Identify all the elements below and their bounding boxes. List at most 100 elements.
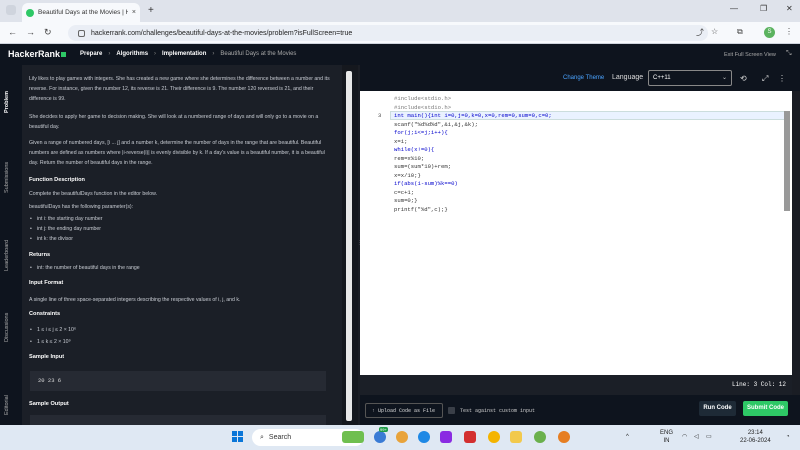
windows-start-icon[interactable] [232, 431, 244, 443]
mcafee-icon[interactable] [464, 431, 476, 443]
editor-scrollbar[interactable] [784, 111, 790, 211]
parameters-list: int i: the starting day number int j: th… [29, 214, 335, 244]
site-info-icon[interactable] [78, 29, 85, 37]
exit-fullscreen-link[interactable]: Exit Full Screen View [724, 52, 776, 58]
sample-input-heading: Sample Input [29, 354, 65, 360]
problem-scrollbar[interactable] [342, 65, 358, 430]
battery-icon[interactable]: ▭ [706, 433, 712, 441]
breadcrumb-implementation[interactable]: Implementation [162, 51, 206, 57]
history-icon[interactable]: ⟲ [740, 74, 747, 83]
app-icon[interactable] [396, 431, 408, 443]
problem-paragraph-1: Lily likes to play games with integers. … [29, 76, 330, 102]
editor-menu-icon[interactable]: ⋮ [778, 74, 786, 83]
clock[interactable]: 23:14 22-06-2024 [740, 429, 771, 445]
code-line: rem=x%10; [394, 154, 425, 162]
problem-paragraph-3: Given a range of numbered days, [i ... j… [29, 140, 325, 166]
hackerrank-logo[interactable]: HackerRank [8, 49, 67, 59]
editor-actions: ↑ Upload Code as File Test against custo… [360, 395, 800, 425]
sidebar-item-leaderboard[interactable]: Leaderboard [4, 240, 10, 271]
code-editor[interactable]: 3 #include<stdio.h> #include<stdio.h> in… [360, 91, 792, 375]
maximize-icon[interactable]: ❐ [760, 4, 767, 13]
line-gutter [360, 91, 390, 375]
share-icon[interactable]: ⤴ [696, 27, 704, 38]
reload-icon[interactable]: ↻ [44, 27, 52, 38]
custom-input-checkbox[interactable] [448, 407, 455, 414]
window-close-icon[interactable]: ✕ [786, 4, 793, 13]
run-code-button[interactable]: Run Code [699, 401, 736, 416]
back-icon[interactable]: ← [8, 27, 17, 37]
breadcrumb-prepare[interactable]: Prepare [80, 51, 102, 57]
sidebar-item-editorial[interactable]: Editorial [4, 395, 10, 415]
language-indicator[interactable]: ENG IN [660, 429, 673, 445]
constraints-list: 1 ≤ i ≤ j ≤ 2 × 10⁶ 1 ≤ k ≤ 2 × 10⁹ [29, 325, 335, 347]
change-theme-link[interactable]: Change Theme [563, 75, 604, 81]
returns-list: int: the number of beautiful days in the… [29, 263, 335, 273]
edge-icon[interactable] [418, 431, 430, 443]
problem-sidebar: Problem Submissions Leaderboard Discussi… [0, 65, 22, 430]
file-explorer-icon[interactable] [510, 431, 522, 443]
notification-bell-icon[interactable]: ◔ [786, 433, 790, 441]
list-item: 1 ≤ k ≤ 2 × 10⁹ [29, 337, 335, 347]
url-text: hackerrank.com/challenges/beautiful-days… [91, 29, 353, 37]
profile-avatar[interactable]: S [764, 27, 775, 38]
wifi-icon[interactable]: ◠ [682, 433, 687, 441]
hackerrank-header: HackerRank Prepare › Algorithms › Implem… [0, 44, 800, 65]
list-item: int i: the starting day number [29, 214, 335, 224]
windows-taskbar: ⌕ Search 99+ ^ ENG IN ◠ ◁ ▭ 23:14 22-06-20… [0, 425, 800, 450]
cursor-position: Line: 3 Col: 12 [731, 381, 786, 388]
custom-input-label: Test against custom input [460, 408, 536, 414]
chevron-up-icon[interactable]: ^ [626, 433, 629, 441]
code-line: x=x/10;} [394, 171, 421, 179]
code-line: x=i; [394, 137, 408, 145]
chat-icon[interactable]: 99+ [374, 427, 388, 443]
extensions-icon[interactable]: ⧉ [737, 27, 743, 37]
submit-code-button[interactable]: Submit Code [743, 401, 788, 416]
code-line: for(j;i<=j;i++){ [394, 129, 448, 136]
forward-icon[interactable]: → [26, 27, 35, 37]
app-icon[interactable] [440, 431, 452, 443]
bookmark-star-icon[interactable]: ☆ [711, 27, 718, 36]
breadcrumb-algorithms[interactable]: Algorithms [116, 51, 148, 57]
language-label: Language [612, 74, 644, 81]
tab-search-icon[interactable] [6, 5, 16, 15]
code-line: while(x!=0){ [394, 146, 435, 153]
returns-heading: Returns [29, 252, 51, 258]
chrome-profile-icon[interactable] [558, 431, 570, 443]
scrollbar-thumb[interactable] [346, 71, 352, 421]
function-description-text: Complete the beautifulDays function in t… [29, 191, 158, 197]
minimize-icon[interactable]: — [730, 4, 738, 13]
breadcrumb-current: Beautiful Days at the Movies [220, 51, 297, 57]
code-line: if(abs(i-sum)%k==0) [394, 180, 458, 187]
chrome-icon[interactable] [488, 431, 500, 443]
list-item: int k: the divisor [29, 234, 335, 244]
code-line: sum=(sum*10)+rem; [394, 163, 452, 170]
weather-widget-icon[interactable] [342, 431, 364, 443]
address-bar-row: ← → ↻ hackerrank.com/challenges/beautifu… [0, 22, 800, 44]
problem-paragraph-2: She decides to apply her game to decisio… [29, 114, 319, 130]
list-item: 1 ≤ i ≤ j ≤ 2 × 10⁶ [29, 325, 335, 335]
line-number: 3 [378, 112, 382, 119]
list-item: int j: the ending day number [29, 224, 335, 234]
sidebar-item-problem[interactable]: Problem [4, 91, 10, 113]
sidebar-item-discussions[interactable]: Discussions [4, 313, 10, 342]
tab-title: Beautiful Days at the Movies | H [38, 9, 128, 16]
tab-close-icon[interactable]: × [132, 9, 136, 16]
hackerrank-favicon-icon [26, 8, 34, 17]
browser-menu-icon[interactable]: ⋮ [785, 27, 793, 36]
code-line: #include<stdio.h> [394, 103, 452, 111]
new-tab-icon[interactable]: + [148, 5, 154, 16]
browser-tab[interactable]: Beautiful Days at the Movies | H × [22, 3, 140, 22]
input-format-heading: Input Format [29, 280, 64, 286]
expand-icon[interactable]: ⤢ [762, 74, 768, 84]
language-select[interactable]: C++11 ⌄ [648, 70, 732, 86]
language-value: C++11 [653, 75, 671, 81]
constraints-heading: Constraints [29, 311, 61, 317]
collapse-icon[interactable]: ⤡ [786, 50, 792, 58]
search-icon: ⌕ [260, 433, 264, 441]
volume-icon[interactable]: ◁ [694, 433, 699, 441]
upload-code-button[interactable]: ↑ Upload Code as File [365, 403, 443, 418]
sample-input-box: 20 23 6 [30, 371, 326, 391]
chrome-active-icon[interactable] [534, 431, 546, 443]
url-bar[interactable]: hackerrank.com/challenges/beautiful-days… [68, 25, 708, 41]
sidebar-item-submissions[interactable]: Submissions [4, 162, 10, 193]
